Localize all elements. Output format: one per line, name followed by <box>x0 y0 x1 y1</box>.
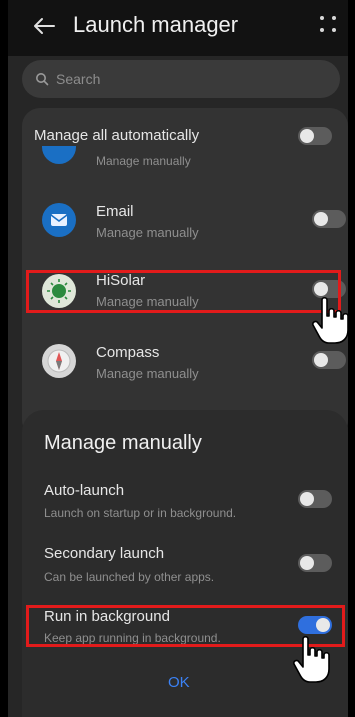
app-name-email: Email <box>96 203 134 220</box>
page-title: Launch manager <box>73 12 239 37</box>
screen: Launch manager Search Manage all automat… <box>8 0 348 717</box>
back-arrow-icon[interactable] <box>30 12 58 40</box>
hand-pointer-icon <box>293 635 330 683</box>
search-input[interactable]: Search <box>22 60 340 98</box>
secondary-launch-toggle[interactable] <box>298 554 332 572</box>
more-icon[interactable] <box>318 14 340 36</box>
app-name-compass: Compass <box>96 344 160 361</box>
hand-pointer-icon <box>312 296 348 344</box>
email-icon <box>42 203 76 237</box>
secondary-launch-sub: Can be launched by other apps. <box>44 570 215 584</box>
auto-launch-sub: Launch on startup or in background. <box>44 506 237 520</box>
partial-app-sub: Manage manually <box>96 154 191 168</box>
sheet-title: Manage manually <box>44 432 202 454</box>
app-sub-compass: Manage manually <box>96 366 199 381</box>
compass-icon <box>42 344 76 378</box>
app-sub-email: Manage manually <box>96 225 199 240</box>
auto-launch-toggle[interactable] <box>298 490 332 508</box>
partial-app-icon <box>42 146 76 164</box>
auto-launch-label: Auto-launch <box>44 482 125 499</box>
compass-toggle[interactable] <box>312 351 346 369</box>
manage-all-toggle[interactable] <box>298 127 332 145</box>
search-placeholder: Search <box>56 71 101 87</box>
hisolar-highlight <box>26 270 341 313</box>
email-toggle[interactable] <box>312 210 346 228</box>
secondary-launch-label: Secondary launch <box>44 545 165 562</box>
manage-all-label: Manage all automatically <box>34 127 200 144</box>
search-icon <box>36 73 49 86</box>
app-header: Launch manager <box>8 0 348 56</box>
ok-button[interactable]: OK <box>168 674 190 691</box>
